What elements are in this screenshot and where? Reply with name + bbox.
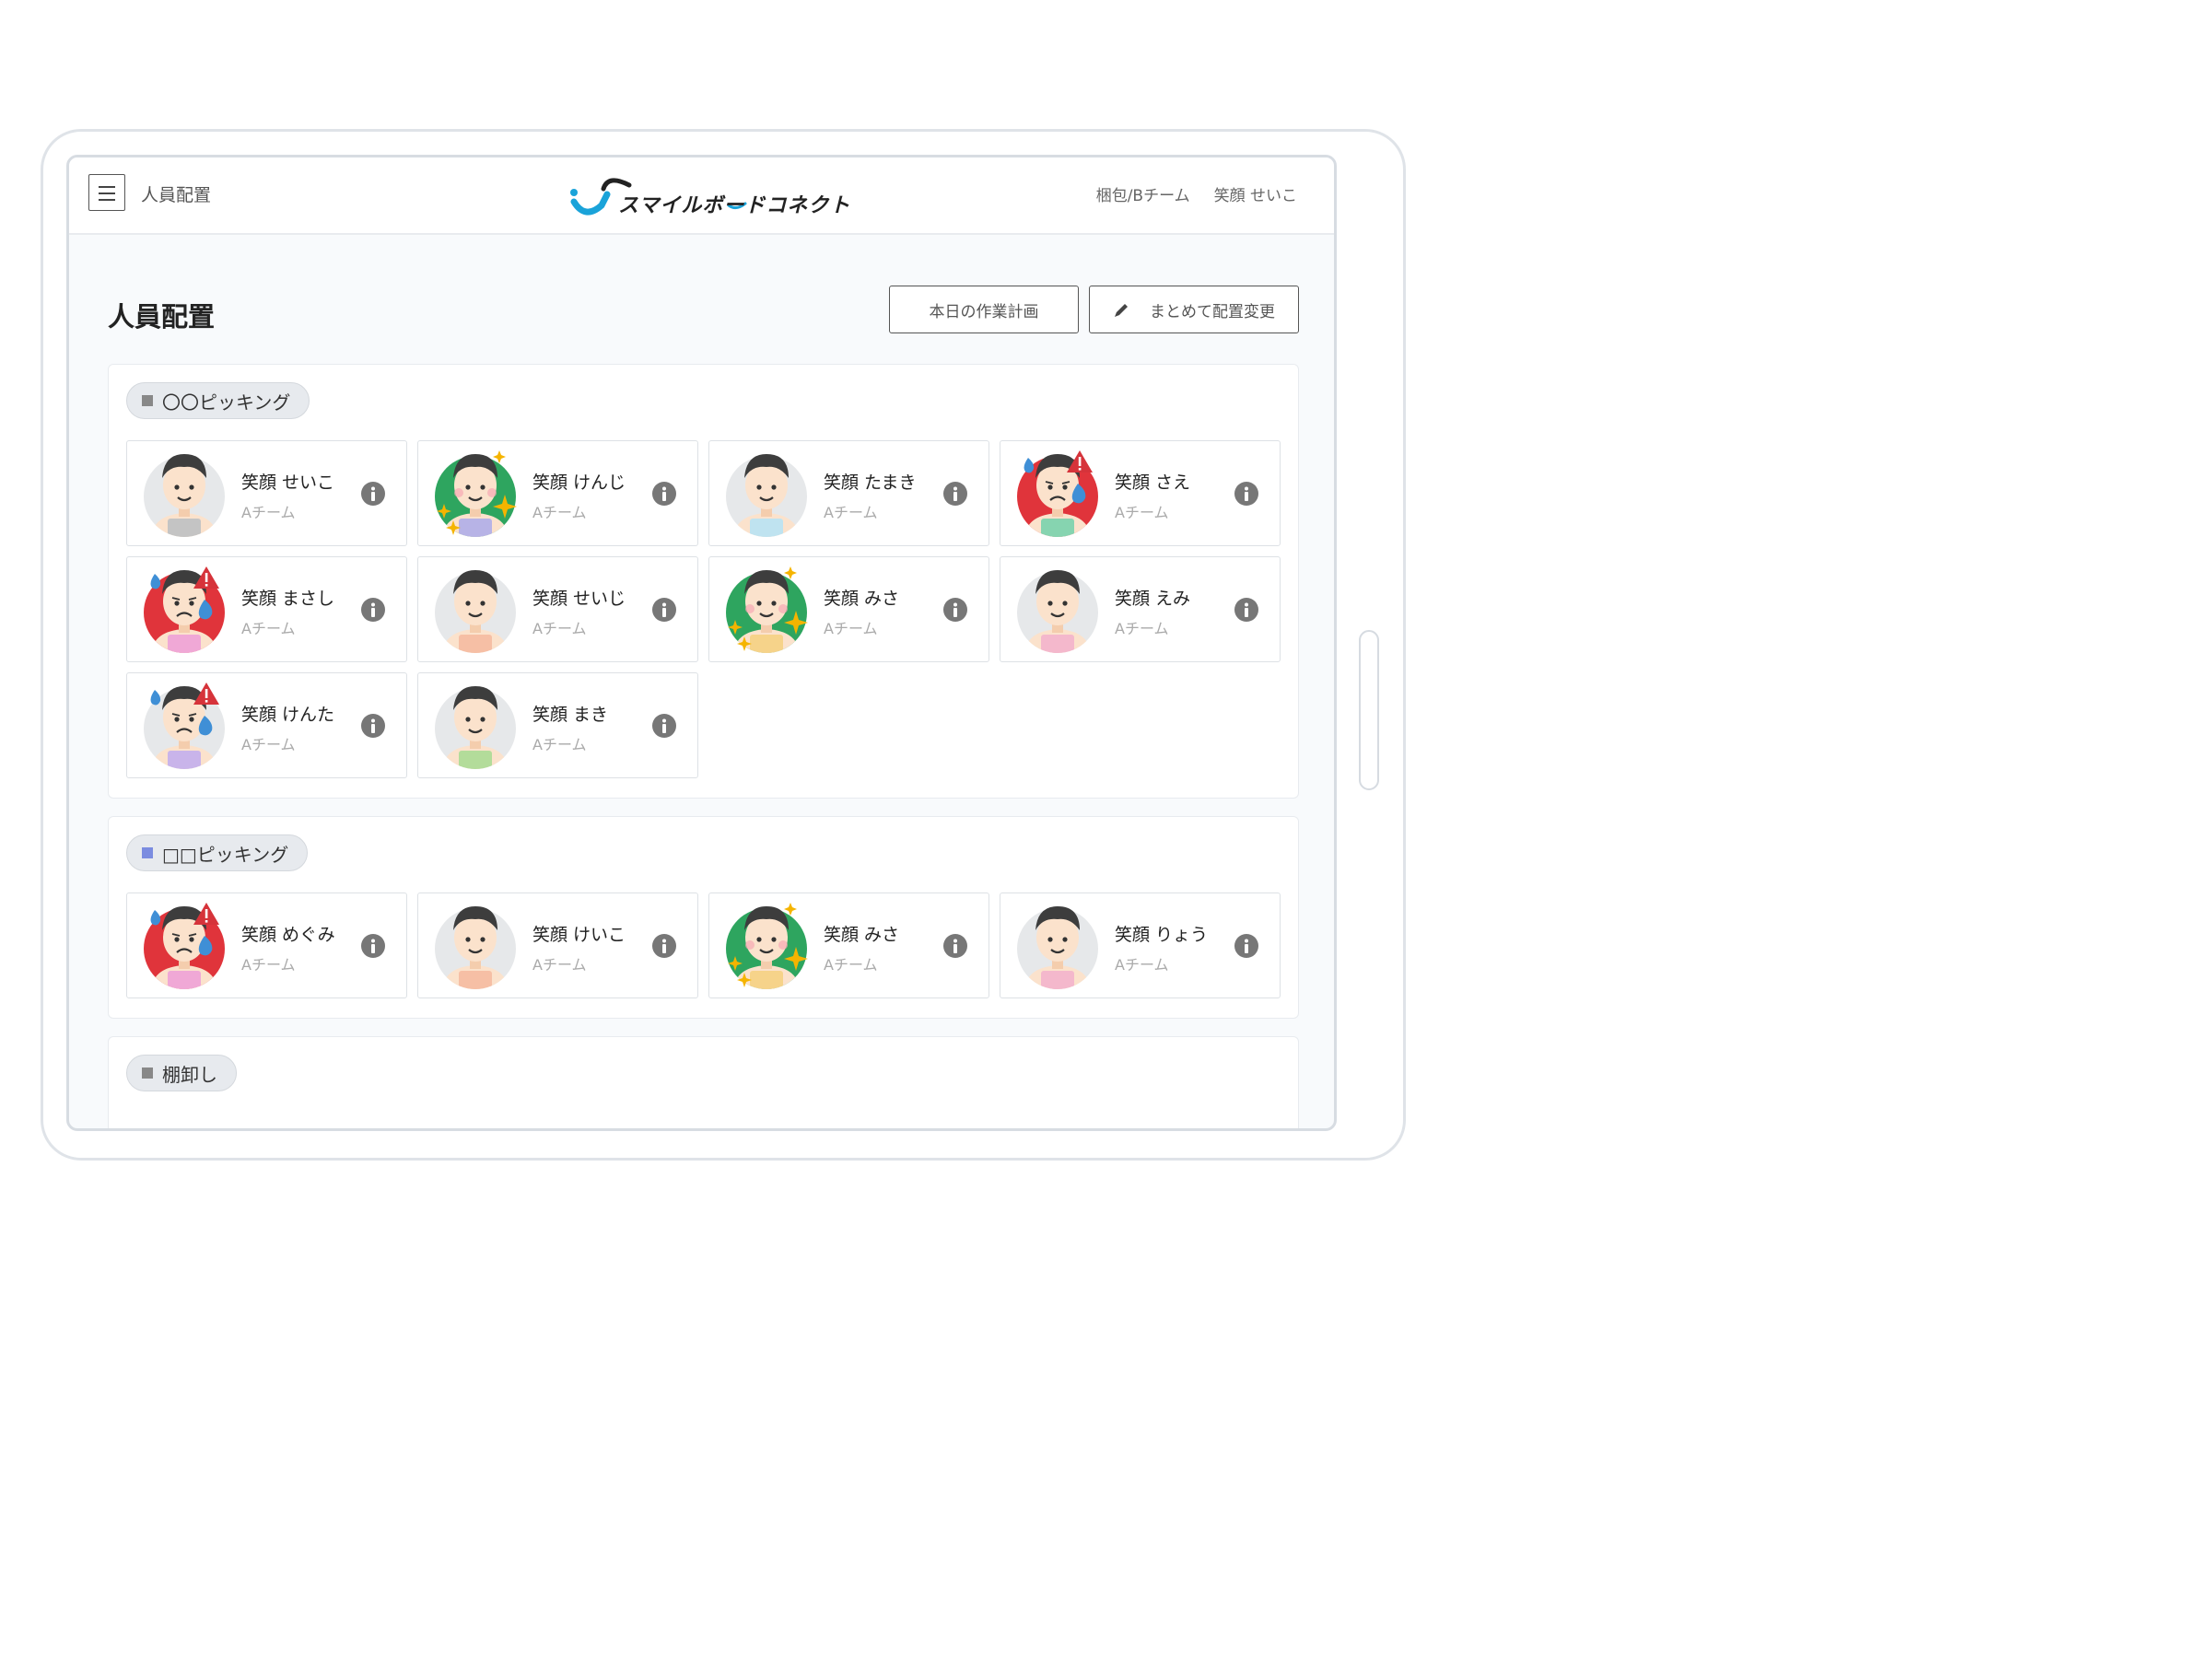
info-icon[interactable] xyxy=(652,934,676,958)
member-card[interactable]: 笑顔 えみ Aチーム xyxy=(1000,556,1281,662)
avatar xyxy=(724,449,811,541)
bulk-reassign-button[interactable]: まとめて配置変更 xyxy=(1089,286,1299,333)
member-card[interactable]: 笑顔 せいこ Aチーム xyxy=(126,440,407,546)
team-label: 梱包/Bチーム xyxy=(1095,187,1190,205)
app-header: 人員配置 スマイルボードコネクト 梱包/Bチーム 笑顔 せいこ xyxy=(69,158,1334,235)
member-team: Aチーム xyxy=(1115,504,1169,521)
member-team: Aチーム xyxy=(1115,620,1169,637)
avatar xyxy=(433,681,520,773)
section-color-marker xyxy=(142,1068,153,1079)
section-label: 棚卸し xyxy=(162,1063,217,1086)
member-card[interactable]: 笑顔 けんた Aチーム xyxy=(126,672,407,778)
assignment-section: □□ピッキング 笑顔 めぐみ Aチーム 笑顔 けいこ Aチーム 笑顔 みさ Aチーム 笑顔 り… xyxy=(108,816,1299,1019)
member-team: Aチーム xyxy=(824,504,878,521)
member-card[interactable]: 笑顔 まさし Aチーム xyxy=(126,556,407,662)
info-icon[interactable] xyxy=(1234,598,1258,622)
member-name: 笑顔 えみ xyxy=(1115,589,1191,609)
info-icon[interactable] xyxy=(361,934,385,958)
avatar xyxy=(1015,565,1102,657)
section-chip[interactable]: □□ピッキング xyxy=(126,834,309,871)
member-name: 笑顔 めぐみ xyxy=(241,925,335,945)
section-chip[interactable]: 〇〇ピッキング xyxy=(126,382,310,419)
member-card[interactable]: 笑顔 みさ Aチーム xyxy=(708,892,989,998)
info-icon[interactable] xyxy=(652,482,676,506)
menu-icon[interactable] xyxy=(88,174,125,211)
member-card[interactable]: 笑顔 まき Aチーム xyxy=(417,672,698,778)
member-card[interactable]: 笑顔 けんじ Aチーム xyxy=(417,440,698,546)
app-screen: 人員配置 スマイルボードコネクト 梱包/Bチーム 笑顔 せいこ 人員配置 本日の作… xyxy=(66,155,1337,1131)
member-card[interactable]: 笑顔 さえ Aチーム xyxy=(1000,440,1281,546)
info-icon[interactable] xyxy=(943,934,967,958)
info-icon[interactable] xyxy=(361,714,385,738)
avatar xyxy=(142,681,228,773)
member-team: Aチーム xyxy=(532,736,587,753)
member-card[interactable]: 笑顔 めぐみ Aチーム xyxy=(126,892,407,998)
app-logo: スマイルボードコネクト xyxy=(567,167,849,222)
avatar xyxy=(142,449,228,541)
avatar xyxy=(724,565,811,657)
user-name[interactable]: 笑顔 せいこ xyxy=(1214,187,1297,205)
member-name: 笑顔 みさ xyxy=(824,589,900,609)
logo-text: スマイルボードコネクト xyxy=(618,194,851,217)
pencil-icon xyxy=(1115,304,1128,317)
member-name: 笑顔 たまき xyxy=(824,472,917,493)
member-card[interactable]: 笑顔 けいこ Aチーム xyxy=(417,892,698,998)
todays-plan-button[interactable]: 本日の作業計画 xyxy=(889,286,1079,333)
member-name: 笑顔 せいこ xyxy=(241,472,335,493)
info-icon[interactable] xyxy=(652,714,676,738)
avatar xyxy=(1015,449,1102,541)
header-user-info: 梱包/Bチーム 笑顔 せいこ xyxy=(1096,182,1297,205)
info-icon[interactable] xyxy=(943,598,967,622)
member-team: Aチーム xyxy=(241,736,296,753)
info-icon[interactable] xyxy=(361,598,385,622)
section-chip[interactable]: 棚卸し xyxy=(126,1055,237,1091)
info-icon[interactable] xyxy=(1234,934,1258,958)
member-team: Aチーム xyxy=(241,620,296,637)
section-label: □□ピッキング xyxy=(162,843,289,866)
member-name: 笑顔 りょう xyxy=(1115,925,1209,945)
member-name: 笑顔 みさ xyxy=(824,925,900,945)
assignment-section: 棚卸し xyxy=(108,1036,1299,1128)
info-icon[interactable] xyxy=(652,598,676,622)
member-team: Aチーム xyxy=(532,956,587,974)
member-name: 笑顔 さえ xyxy=(1115,472,1191,493)
member-name: 笑顔 まき xyxy=(532,705,609,725)
assignment-section: 〇〇ピッキング 笑顔 せいこ Aチーム 笑顔 けんじ Aチーム 笑顔 たまき Aチーム 笑顔 … xyxy=(108,364,1299,799)
avatar xyxy=(142,565,228,657)
section-color-marker xyxy=(142,395,153,406)
header-title: 人員配置 xyxy=(141,185,212,205)
member-name: 笑顔 けいこ xyxy=(532,925,626,945)
member-team: Aチーム xyxy=(824,956,878,974)
member-team: Aチーム xyxy=(241,956,296,974)
avatar xyxy=(142,901,228,993)
bulk-reassign-label: まとめて配置変更 xyxy=(1150,302,1275,321)
info-icon[interactable] xyxy=(943,482,967,506)
avatar xyxy=(433,901,520,993)
avatar xyxy=(433,565,520,657)
avatar xyxy=(724,901,811,993)
member-team: Aチーム xyxy=(532,504,587,521)
member-name: 笑顔 せいじ xyxy=(532,589,626,609)
member-name: 笑顔 けんじ xyxy=(532,472,626,493)
avatar xyxy=(433,449,520,541)
member-team: Aチーム xyxy=(532,620,587,637)
page-title: 人員配置 xyxy=(108,301,216,332)
todays-plan-label: 本日の作業計画 xyxy=(929,302,1039,321)
section-color-marker xyxy=(142,847,153,858)
avatar xyxy=(1015,901,1102,993)
section-label: 〇〇ピッキング xyxy=(162,391,291,414)
member-team: Aチーム xyxy=(241,504,296,521)
member-card[interactable]: 笑顔 みさ Aチーム xyxy=(708,556,989,662)
member-team: Aチーム xyxy=(824,620,878,637)
member-card[interactable]: 笑顔 せいじ Aチーム xyxy=(417,556,698,662)
tablet-side-button xyxy=(1359,630,1379,790)
member-card[interactable]: 笑顔 たまき Aチーム xyxy=(708,440,989,546)
member-name: 笑顔 まさし xyxy=(241,589,335,609)
member-team: Aチーム xyxy=(1115,956,1169,974)
info-icon[interactable] xyxy=(361,482,385,506)
info-icon[interactable] xyxy=(1234,482,1258,506)
member-card[interactable]: 笑顔 りょう Aチーム xyxy=(1000,892,1281,998)
member-name: 笑顔 けんた xyxy=(241,705,335,725)
